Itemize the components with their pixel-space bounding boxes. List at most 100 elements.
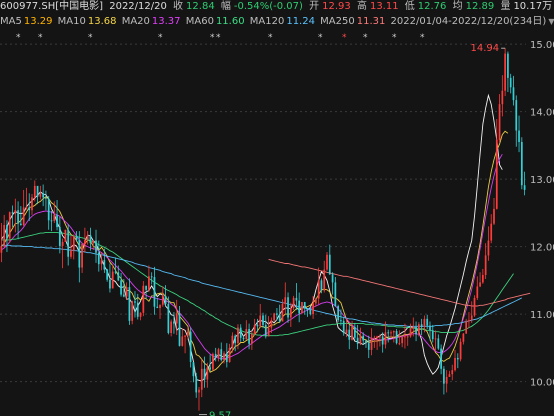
- candle-body: [159, 304, 161, 309]
- candle-body: [479, 282, 481, 287]
- candle-body: [465, 320, 468, 334]
- candle-body: [315, 298, 317, 304]
- candle-body: [11, 212, 14, 214]
- candle-body: [426, 318, 429, 326]
- star-marker: *: [216, 33, 221, 43]
- candle-body: [281, 304, 284, 322]
- star-marker: *: [342, 33, 347, 43]
- candle-body: [234, 335, 237, 344]
- candle-body: [150, 276, 153, 278]
- candle-body: [122, 294, 125, 297]
- candle-body: [178, 313, 181, 346]
- star-marker: *: [88, 33, 93, 43]
- candle-body: [36, 185, 39, 197]
- candle-body: [64, 229, 67, 242]
- candle-body: [454, 358, 456, 371]
- candle-body: [56, 214, 58, 228]
- y-tick-label: 10.00: [530, 378, 554, 389]
- candle-body: [284, 297, 287, 304]
- candle-body: [203, 368, 206, 380]
- candle-body: [362, 335, 365, 341]
- candle-body: [92, 240, 95, 244]
- y-tick-label: 12.00: [530, 243, 554, 254]
- candle-body: [184, 335, 186, 337]
- candle-body: [14, 210, 17, 214]
- candle-body: [270, 320, 273, 328]
- candle-body: [128, 287, 131, 321]
- star-marker: *: [210, 33, 215, 43]
- candle-body: [97, 252, 100, 265]
- candle-body: [262, 315, 264, 325]
- candle-body: [3, 225, 6, 247]
- candle-body: [309, 309, 312, 315]
- candle-body: [95, 240, 97, 253]
- candle-body: [473, 297, 476, 316]
- candle-body: [50, 220, 53, 222]
- candle-body: [470, 315, 473, 321]
- star-marker: *: [38, 33, 43, 43]
- candle-body: [131, 301, 134, 321]
- candle-body: [456, 358, 459, 360]
- y-tick-label: 13.00: [530, 175, 554, 186]
- candle-body: [356, 337, 359, 344]
- candle-body: [481, 274, 484, 283]
- candle-body: [20, 223, 22, 226]
- candle-body: [501, 90, 504, 105]
- candle-body: [84, 239, 86, 244]
- candle-body: [53, 214, 56, 221]
- candle-body: [443, 368, 445, 384]
- candle-body: [206, 367, 209, 380]
- candle-body: [42, 193, 45, 198]
- candle-body: [22, 207, 25, 226]
- candle-body: [376, 336, 378, 338]
- candle-body: [353, 326, 356, 338]
- candle-body: [134, 301, 136, 303]
- candle-body: [401, 337, 404, 344]
- candle-body: [86, 235, 89, 240]
- candle-body: [253, 324, 256, 334]
- candle-body: [398, 343, 401, 345]
- candle-body: [523, 185, 526, 190]
- candle-body: [306, 308, 309, 310]
- candle-body: [231, 335, 234, 348]
- candle-body: [156, 306, 159, 309]
- candle-body: [498, 104, 501, 140]
- candle-body: [348, 329, 351, 340]
- candle-body: [379, 336, 381, 338]
- candle-body: [406, 336, 409, 338]
- candle-body: [223, 353, 225, 361]
- candle-body: [317, 280, 320, 299]
- candle-body: [495, 139, 498, 209]
- candle-body: [45, 197, 47, 199]
- candle-body: [295, 297, 298, 301]
- candle-body: [373, 337, 376, 339]
- candle-body: [189, 331, 192, 363]
- candle-body: [153, 277, 156, 307]
- candle-body: [476, 286, 479, 298]
- star-marker: *: [268, 33, 273, 43]
- candle-body: [120, 280, 122, 295]
- candle-body: [437, 338, 440, 349]
- star-marker: *: [16, 33, 21, 43]
- candle-body: [448, 374, 451, 377]
- candle-body: [417, 324, 420, 335]
- candle-body: [25, 207, 28, 209]
- candle-body: [390, 332, 392, 334]
- candle-body: [345, 329, 348, 334]
- star-marker: *: [318, 33, 323, 43]
- candle-body: [351, 326, 353, 340]
- candle-body: [237, 327, 239, 344]
- candle-body: [298, 300, 301, 314]
- candle-body: [264, 324, 267, 337]
- candle-body: [136, 302, 139, 317]
- candle-body: [89, 235, 92, 244]
- candle-body: [392, 331, 395, 333]
- candle-body: [459, 341, 462, 360]
- candle-body: [326, 254, 328, 270]
- candle-body: [28, 207, 31, 211]
- candle-body: [468, 320, 470, 322]
- candle-body: [31, 197, 33, 211]
- candle-body: [109, 279, 111, 289]
- candle-body: [328, 254, 331, 275]
- candle-body: [195, 376, 198, 393]
